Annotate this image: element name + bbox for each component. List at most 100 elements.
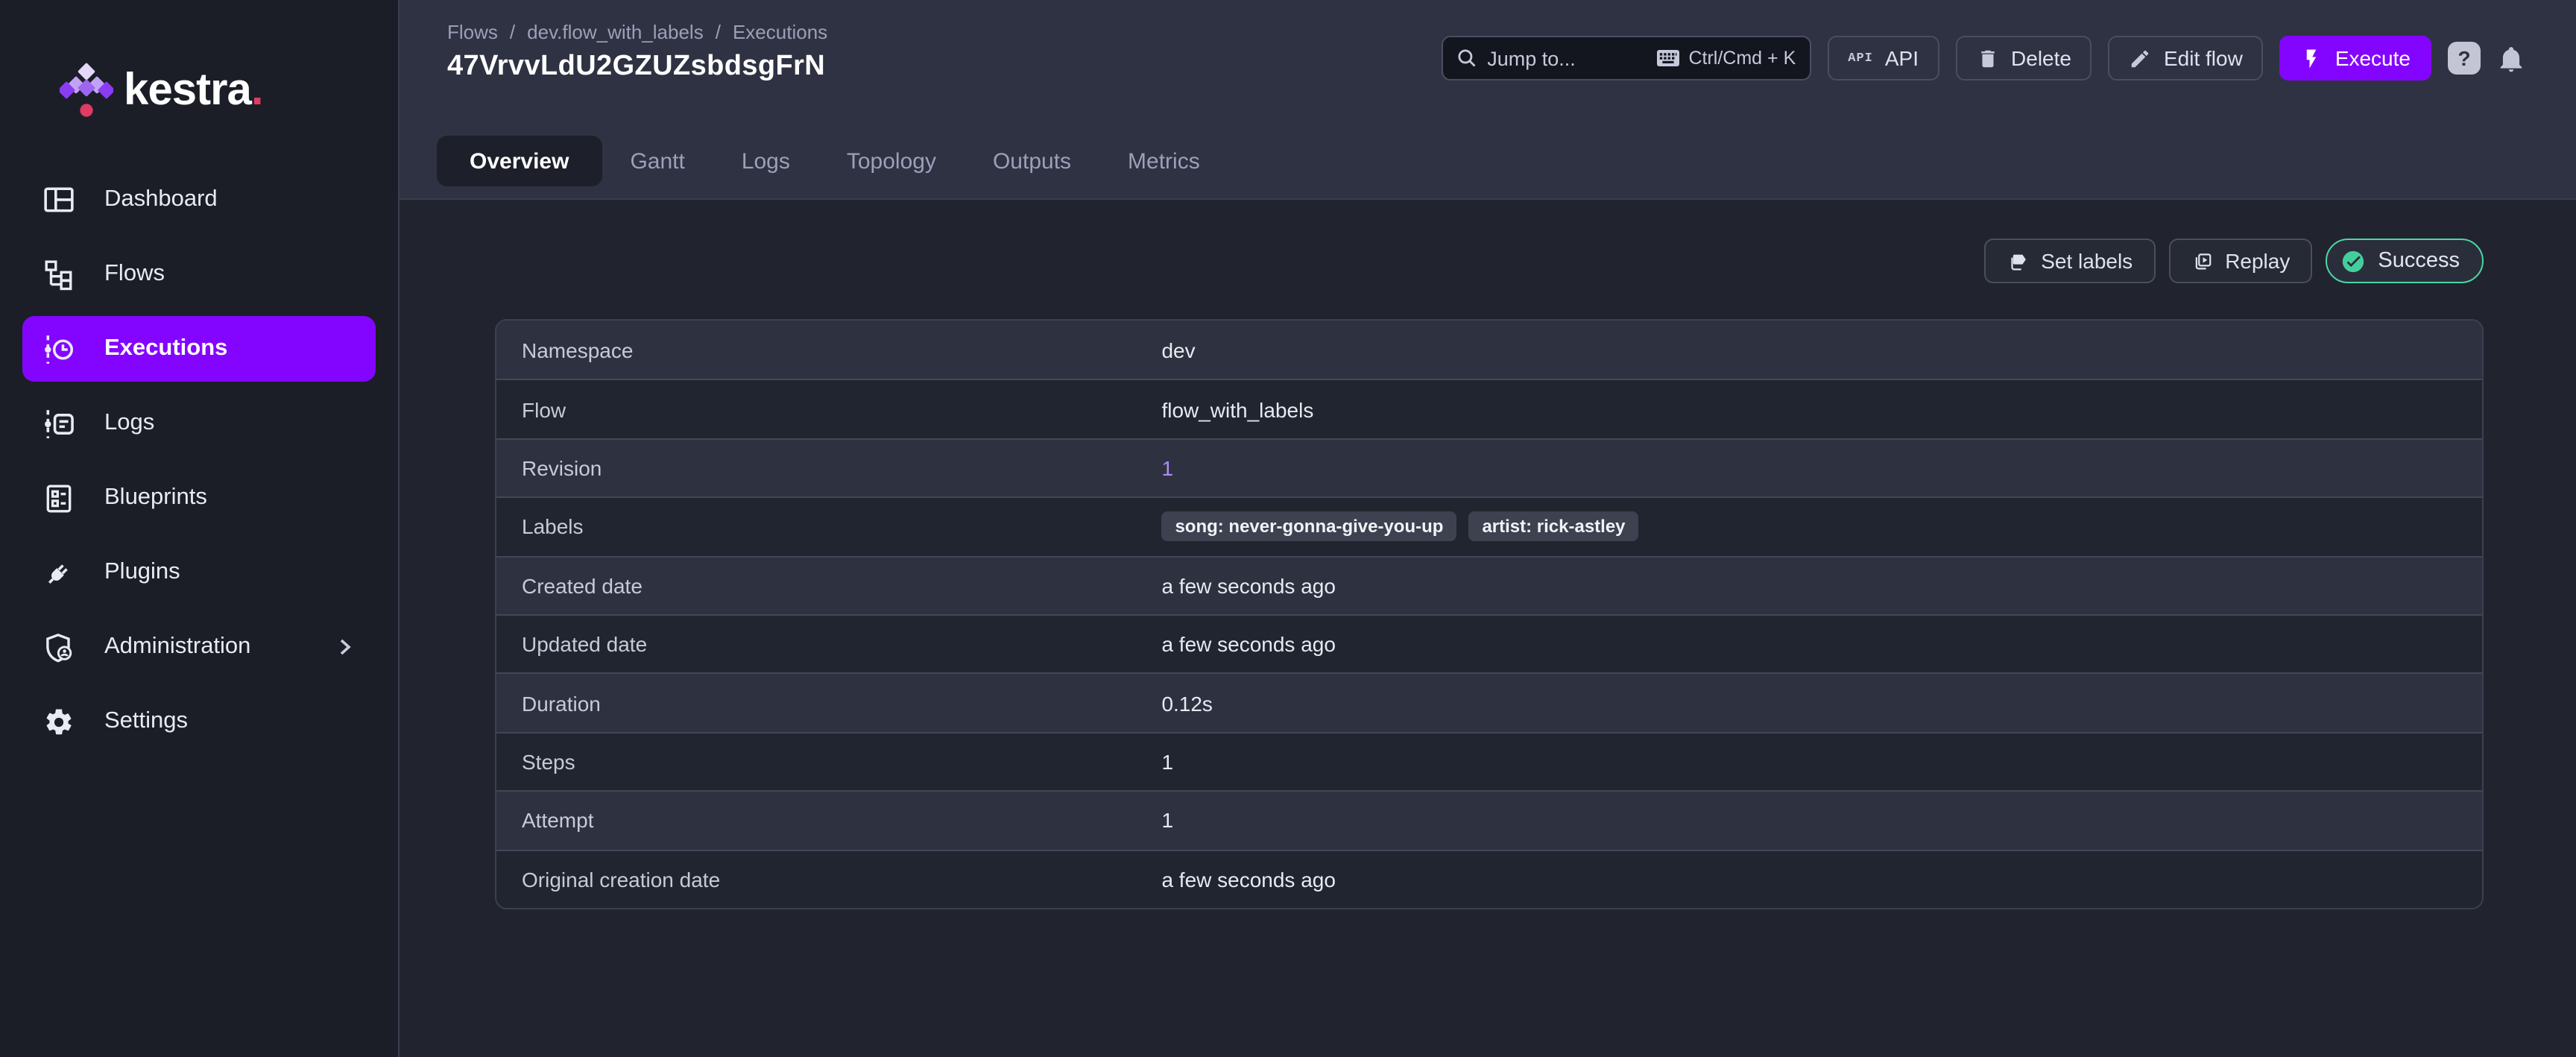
shortcut-hint: Ctrl/Cmd + K xyxy=(1655,48,1796,69)
execution-actions: Set labels Replay Success xyxy=(495,239,2484,283)
replay-label: Replay xyxy=(2225,249,2290,273)
tab-gantt[interactable]: Gantt xyxy=(602,136,713,186)
row-label: Updated date xyxy=(496,632,1161,656)
table-row: Updated date a few seconds ago xyxy=(496,614,2482,673)
sidebar-item-label: Flows xyxy=(104,261,165,288)
header: Flows / dev.flow_with_labels / Execution… xyxy=(400,0,2576,200)
row-label: Labels xyxy=(496,515,1161,539)
check-circle-icon xyxy=(2340,248,2366,274)
row-value: a few seconds ago xyxy=(1161,632,1336,656)
execute-button[interactable]: Execute xyxy=(2280,36,2431,81)
trash-icon xyxy=(1977,47,1999,69)
status-badge[interactable]: Success xyxy=(2326,239,2484,283)
brand-name: kestra xyxy=(124,66,251,115)
delete-button-label: Delete xyxy=(2011,46,2071,70)
sidebar: kestra. Dashboard Flows xyxy=(0,0,400,1057)
brand-dot: . xyxy=(251,66,263,115)
sidebar-item-label: Blueprints xyxy=(104,485,207,511)
delete-button[interactable]: Delete xyxy=(1956,36,2092,81)
sidebar-item-settings[interactable]: Settings xyxy=(22,689,376,754)
set-labels-label: Set labels xyxy=(2041,249,2133,273)
row-value: 1 xyxy=(1161,809,1173,833)
pencil-icon xyxy=(2130,47,2152,69)
search-icon xyxy=(1456,48,1477,69)
row-label: Flow xyxy=(496,397,1161,421)
gear-icon xyxy=(43,706,75,737)
set-labels-button[interactable]: Set labels xyxy=(1984,239,2155,283)
shortcut-text: Ctrl/Cmd + K xyxy=(1688,48,1796,69)
sidebar-item-plugins[interactable]: Plugins xyxy=(22,540,376,605)
api-icon: API xyxy=(1848,51,1873,66)
help-icon[interactable]: ? xyxy=(2448,42,2481,75)
tab-label: Overview xyxy=(470,148,569,174)
tab-metrics[interactable]: Metrics xyxy=(1099,136,1228,186)
row-value: 1 xyxy=(1161,750,1173,774)
tab-logs[interactable]: Logs xyxy=(713,136,818,186)
row-label: Attempt xyxy=(496,809,1161,833)
breadcrumb-separator: / xyxy=(510,21,515,43)
tab-label: Logs xyxy=(742,148,790,174)
row-value: flow_with_labels xyxy=(1161,397,1313,421)
row-label: Revision xyxy=(496,456,1161,480)
search-input[interactable] xyxy=(1487,47,1624,69)
tab-topology[interactable]: Topology xyxy=(818,136,965,186)
tab-label: Metrics xyxy=(1128,148,1200,174)
label-chip[interactable]: song: never-gonna-give-you-up xyxy=(1161,512,1456,542)
sidebar-item-executions[interactable]: Executions xyxy=(22,316,376,382)
row-value: a few seconds ago xyxy=(1161,574,1336,598)
tag-icon xyxy=(2007,250,2029,272)
sidebar-item-label: Executions xyxy=(104,335,227,362)
sidebar-item-flows[interactable]: Flows xyxy=(22,242,376,307)
tab-overview[interactable]: Overview xyxy=(437,136,602,186)
row-value: dev xyxy=(1161,338,1195,362)
lightning-icon xyxy=(2301,47,2323,69)
tab-label: Topology xyxy=(847,148,936,174)
tab-label: Outputs xyxy=(993,148,1071,174)
timeline-text-icon xyxy=(43,408,75,439)
row-label: Steps xyxy=(496,750,1161,774)
breadcrumb-separator: / xyxy=(716,21,721,43)
replay-button[interactable]: Replay xyxy=(2168,239,2312,283)
help-icon-glyph: ? xyxy=(2457,46,2470,70)
sidebar-item-blueprints[interactable]: Blueprints xyxy=(22,465,376,531)
revision-link[interactable]: 1 xyxy=(1161,456,1173,480)
execution-details-table: Namespace dev Flow flow_with_labels Revi… xyxy=(495,319,2484,909)
jump-to-search[interactable]: Ctrl/Cmd + K xyxy=(1441,36,1811,81)
table-row: Original creation date a few seconds ago xyxy=(496,849,2482,908)
sidebar-item-dashboard[interactable]: Dashboard xyxy=(22,167,376,233)
row-label: Namespace xyxy=(496,338,1161,362)
sidebar-item-administration[interactable]: Administration xyxy=(22,614,376,680)
row-label: Created date xyxy=(496,574,1161,598)
table-row: Labels song: never-gonna-give-you-up art… xyxy=(496,496,2482,555)
overview-content: Set labels Replay Success xyxy=(400,200,2576,1057)
page-title: 47VrvvLdU2GZUZsbdsgFrN xyxy=(447,51,825,83)
table-row: Flow flow_with_labels xyxy=(496,379,2482,438)
sidebar-item-label: Administration xyxy=(104,634,250,660)
api-button-label: API xyxy=(1885,46,1919,70)
breadcrumb-flows[interactable]: Flows xyxy=(447,21,498,43)
tab-bar: Overview Gantt Logs Topology Outputs Met… xyxy=(437,136,1228,186)
ballot-icon xyxy=(43,482,75,514)
row-label: Original creation date xyxy=(496,867,1161,891)
brand-wordmark: kestra. xyxy=(124,66,263,116)
breadcrumb-executions[interactable]: Executions xyxy=(733,21,827,43)
bell-icon[interactable] xyxy=(2497,44,2525,72)
sidebar-item-label: Plugins xyxy=(104,559,180,586)
keyboard-icon xyxy=(1655,49,1679,67)
table-row: Steps 1 xyxy=(496,731,2482,790)
view-dashboard-icon xyxy=(43,184,75,215)
table-row: Created date a few seconds ago xyxy=(496,555,2482,614)
breadcrumb-flow[interactable]: dev.flow_with_labels xyxy=(527,21,704,43)
sidebar-item-logs[interactable]: Logs xyxy=(22,391,376,456)
chevron-right-icon xyxy=(334,637,355,657)
sidebar-item-label: Settings xyxy=(104,708,188,735)
edit-flow-button-label: Edit flow xyxy=(2164,46,2243,70)
kestra-logo[interactable]: kestra. xyxy=(0,0,398,122)
edit-flow-button[interactable]: Edit flow xyxy=(2109,36,2264,81)
row-value: song: never-gonna-give-you-up artist: ri… xyxy=(1161,512,1638,542)
label-chip[interactable]: artist: rick-astley xyxy=(1468,512,1638,542)
sidebar-item-label: Logs xyxy=(104,410,154,437)
row-value: 1 xyxy=(1161,456,1173,480)
tab-outputs[interactable]: Outputs xyxy=(965,136,1099,186)
api-button[interactable]: API API xyxy=(1827,36,1939,81)
